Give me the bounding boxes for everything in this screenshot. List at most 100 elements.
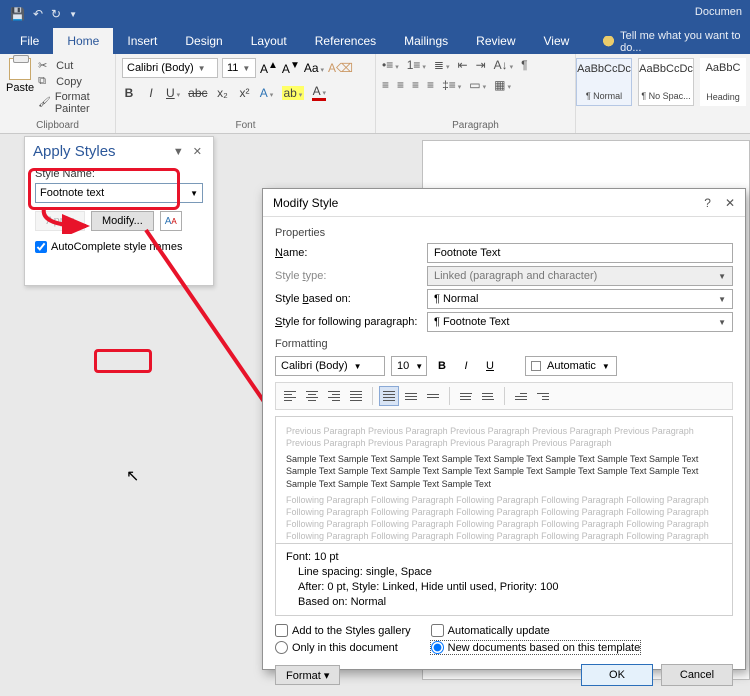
fmt-font-combo[interactable]: Calibri (Body)▼ xyxy=(275,356,385,376)
clear-format-icon[interactable]: A⌫ xyxy=(328,61,353,75)
italic-button[interactable]: I xyxy=(144,86,158,100)
highlight-icon[interactable]: ab xyxy=(282,86,305,100)
apply-styles-pane: Apply Styles ▼ ✕ Style Name: Footnote te… xyxy=(24,136,214,286)
spacing-2[interactable] xyxy=(423,386,443,406)
align-right[interactable] xyxy=(324,386,344,406)
fmt-size-combo[interactable]: 10▼ xyxy=(391,356,427,376)
style-nospacing[interactable]: AaBbCcDc¶ No Spac... xyxy=(638,58,694,106)
underline-button[interactable]: U xyxy=(166,86,180,100)
cut-button[interactable]: Cut xyxy=(38,58,109,74)
superscript-button[interactable]: x² xyxy=(238,86,252,100)
pane-title: Apply Styles xyxy=(33,143,116,160)
paste-button[interactable]: Paste xyxy=(6,58,34,116)
paste-icon xyxy=(9,58,31,80)
bullets-icon[interactable]: •≡ xyxy=(382,58,399,72)
spacing-1[interactable] xyxy=(379,386,399,406)
align-center-icon[interactable]: ≡ xyxy=(397,78,404,92)
multilevel-icon[interactable]: ≣ xyxy=(434,58,450,72)
format-button[interactable]: Format ▾ xyxy=(275,665,340,685)
tab-home[interactable]: Home xyxy=(53,28,113,54)
numbering-icon[interactable]: 1≡ xyxy=(407,58,426,72)
text-effects-icon[interactable]: A xyxy=(260,86,274,100)
sort-icon[interactable]: A↓ xyxy=(494,58,514,72)
titlebar: 💾 ↶ ↻ ▼ Documen xyxy=(0,0,750,28)
shrink-font-icon[interactable]: A▼ xyxy=(282,60,300,76)
fmt-color-combo[interactable]: Automatic▼ xyxy=(525,356,617,376)
format-painter-button[interactable]: Format Painter xyxy=(38,90,109,116)
pane-close-icon[interactable]: ✕ xyxy=(193,146,205,158)
indent-inc[interactable] xyxy=(533,386,553,406)
group-paragraph: •≡ 1≡ ≣ ⇤ ⇥ A↓ ¶ ≡ ≡ ≡ ≡ ‡≡ ▭ ▦ Paragrap… xyxy=(376,54,576,133)
change-case-icon[interactable]: Aa xyxy=(304,61,324,75)
tell-me[interactable]: Tell me what you want to do... xyxy=(603,30,750,54)
indent-icon[interactable]: ⇥ xyxy=(476,58,486,72)
align-left[interactable] xyxy=(280,386,300,406)
align-justify[interactable] xyxy=(346,386,366,406)
pane-dropdown-icon[interactable]: ▼ xyxy=(173,146,187,158)
spacing-15[interactable] xyxy=(401,386,421,406)
align-right-icon[interactable]: ≡ xyxy=(412,78,419,92)
undo-icon[interactable]: ↶ xyxy=(33,7,43,21)
style-heading1[interactable]: AaBbCHeading xyxy=(700,58,746,106)
font-color-icon[interactable]: A xyxy=(312,84,326,101)
style-name-label: Style Name: xyxy=(35,168,95,180)
style-preview: Previous Paragraph Previous Paragraph Pr… xyxy=(275,416,733,544)
style-normal[interactable]: AaBbCcDc¶ Normal xyxy=(576,58,632,106)
align-left-icon[interactable]: ≡ xyxy=(382,78,389,92)
style-type-combo: Linked (paragraph and character)▼ xyxy=(427,266,733,286)
subscript-button[interactable]: x₂ xyxy=(216,86,230,100)
copy-icon xyxy=(38,75,52,89)
autocomplete-checkbox[interactable] xyxy=(35,241,47,253)
help-icon[interactable]: ? xyxy=(704,196,711,210)
close-icon[interactable]: ✕ xyxy=(725,196,735,210)
bold-button[interactable]: B xyxy=(122,86,136,100)
tab-review[interactable]: Review xyxy=(462,28,529,54)
copy-button[interactable]: Copy xyxy=(38,74,109,90)
only-document-radio[interactable]: Only in this document xyxy=(275,641,411,654)
redo-icon[interactable]: ↻ xyxy=(51,7,61,21)
apply-button[interactable]: Apply xyxy=(35,211,85,231)
group-label: Paragraph xyxy=(382,118,569,131)
tab-layout[interactable]: Layout xyxy=(237,28,301,54)
style-name-combo[interactable]: Footnote text▼ xyxy=(35,183,203,203)
fmt-underline[interactable]: U xyxy=(481,357,499,375)
modify-button[interactable]: Modify... xyxy=(91,211,154,231)
tab-design[interactable]: Design xyxy=(171,28,236,54)
align-center[interactable] xyxy=(302,386,322,406)
outdent-icon[interactable]: ⇤ xyxy=(458,58,468,72)
styles-pane-icon[interactable]: AA xyxy=(160,211,182,231)
save-icon[interactable]: 💾 xyxy=(10,7,25,21)
qat-dd-icon[interactable]: ▼ xyxy=(69,10,77,19)
add-gallery-checkbox[interactable]: Add to the Styles gallery xyxy=(275,624,411,637)
following-combo[interactable]: ¶ Footnote Text▼ xyxy=(427,312,733,332)
font-family-combo[interactable]: Calibri (Body)▼ xyxy=(122,58,218,78)
tab-insert[interactable]: Insert xyxy=(113,28,171,54)
space-before-inc[interactable] xyxy=(456,386,476,406)
shading-icon[interactable]: ▭ xyxy=(469,78,486,92)
tab-mailings[interactable]: Mailings xyxy=(390,28,462,54)
new-documents-radio[interactable]: New documents based on this template xyxy=(431,641,641,654)
font-size-combo[interactable]: 11▼ xyxy=(222,58,256,78)
borders-icon[interactable]: ▦ xyxy=(494,78,511,92)
tab-references[interactable]: References xyxy=(301,28,390,54)
fmt-italic[interactable]: I xyxy=(457,357,475,375)
group-styles: AaBbCcDc¶ Normal AaBbCcDc¶ No Spac... Aa… xyxy=(576,54,746,133)
tab-file[interactable]: File xyxy=(6,28,53,54)
tab-view[interactable]: View xyxy=(530,28,584,54)
fmt-bold[interactable]: B xyxy=(433,357,451,375)
based-on-combo[interactable]: ¶ Normal▼ xyxy=(427,289,733,309)
brush-icon xyxy=(38,96,51,110)
ok-button[interactable]: OK xyxy=(581,664,653,686)
cancel-button[interactable]: Cancel xyxy=(661,664,733,686)
modify-style-dialog: Modify Style ?✕ Properties Name: Footnot… xyxy=(262,188,746,670)
justify-icon[interactable]: ≡ xyxy=(427,78,434,92)
space-before-dec[interactable] xyxy=(478,386,498,406)
strike-button[interactable]: abc xyxy=(188,86,207,100)
line-spacing-icon[interactable]: ‡≡ xyxy=(442,78,461,92)
indent-dec[interactable] xyxy=(511,386,531,406)
showmarks-icon[interactable]: ¶ xyxy=(521,58,527,72)
name-input[interactable]: Footnote Text xyxy=(427,243,733,263)
cut-icon xyxy=(38,59,52,73)
grow-font-icon[interactable]: A▲ xyxy=(260,60,278,76)
auto-update-checkbox[interactable]: Automatically update xyxy=(431,624,641,637)
